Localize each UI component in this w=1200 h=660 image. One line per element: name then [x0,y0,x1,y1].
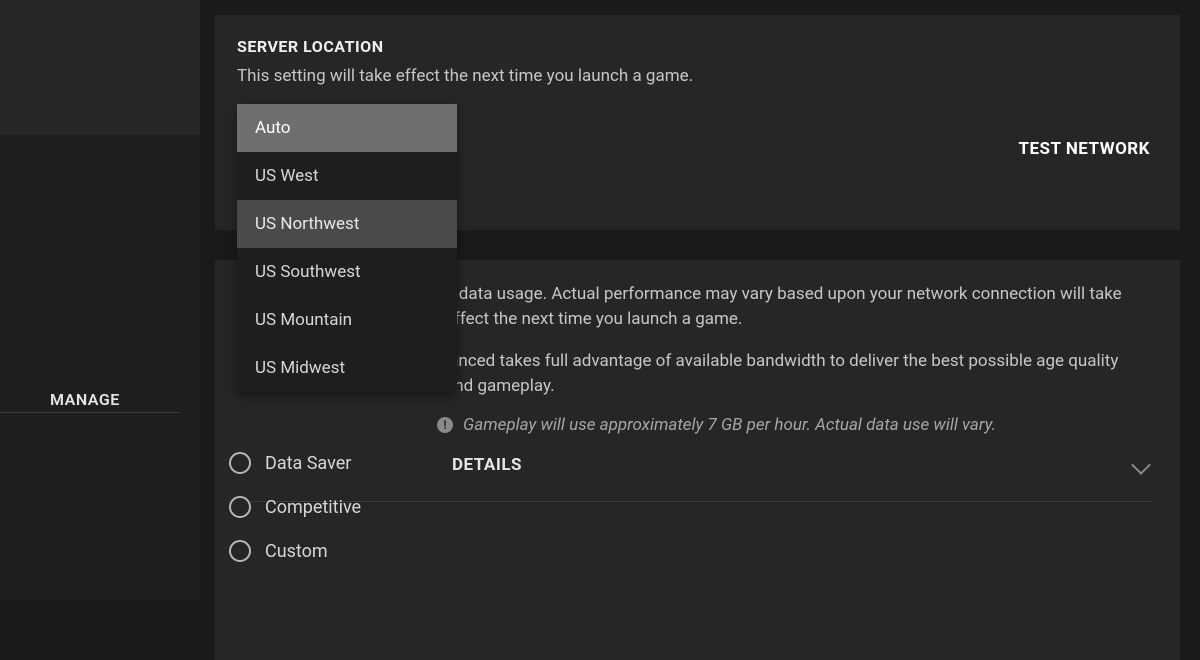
radio-label-competitive: Competitive [265,497,361,518]
sidebar-top-spacer [0,0,200,135]
sidebar: MANAGE [0,0,200,600]
server-location-dropdown[interactable]: Auto US West US Northwest US Southwest U… [237,104,457,392]
info-icon: ! [437,417,453,433]
radio-option-custom[interactable]: Custom [229,540,361,562]
chevron-down-icon [1131,455,1151,475]
sidebar-item-manage[interactable]: MANAGE [0,378,200,421]
test-network-button[interactable]: TEST NETWORK [1018,139,1150,159]
dropdown-option-us-west[interactable]: US West [237,152,457,200]
streaming-description-1: d data usage. Actual performance may var… [445,282,1145,331]
details-expander[interactable]: DETAILS [452,455,1152,475]
dropdown-option-us-southwest[interactable]: US Southwest [237,248,457,296]
sidebar-divider [0,412,180,413]
radio-icon [229,496,251,518]
dropdown-option-us-midwest[interactable]: US Midwest [237,344,457,392]
server-location-description: This setting will take effect the next t… [237,66,1152,86]
data-usage-info: ! Gameplay will use approximately 7 GB p… [437,415,1152,435]
details-label: DETAILS [452,455,522,475]
streaming-description-2: lanced takes full advantage of available… [445,349,1145,398]
radio-icon [229,452,251,474]
streaming-mode-radio-group: Data Saver Competitive Custom [229,452,361,562]
radio-label-data-saver: Data Saver [265,453,351,474]
radio-option-data-saver[interactable]: Data Saver [229,452,361,474]
divider [251,501,1152,502]
server-location-title: SERVER LOCATION [237,37,1152,56]
radio-option-competitive[interactable]: Competitive [229,496,361,518]
dropdown-option-us-mountain[interactable]: US Mountain [237,296,457,344]
dropdown-option-us-northwest[interactable]: US Northwest [237,200,457,248]
radio-icon [229,540,251,562]
dropdown-option-auto[interactable]: Auto [237,104,457,152]
radio-label-custom: Custom [265,541,328,562]
data-usage-info-text: Gameplay will use approximately 7 GB per… [463,415,996,435]
server-location-card: SERVER LOCATION This setting will take e… [215,15,1180,230]
